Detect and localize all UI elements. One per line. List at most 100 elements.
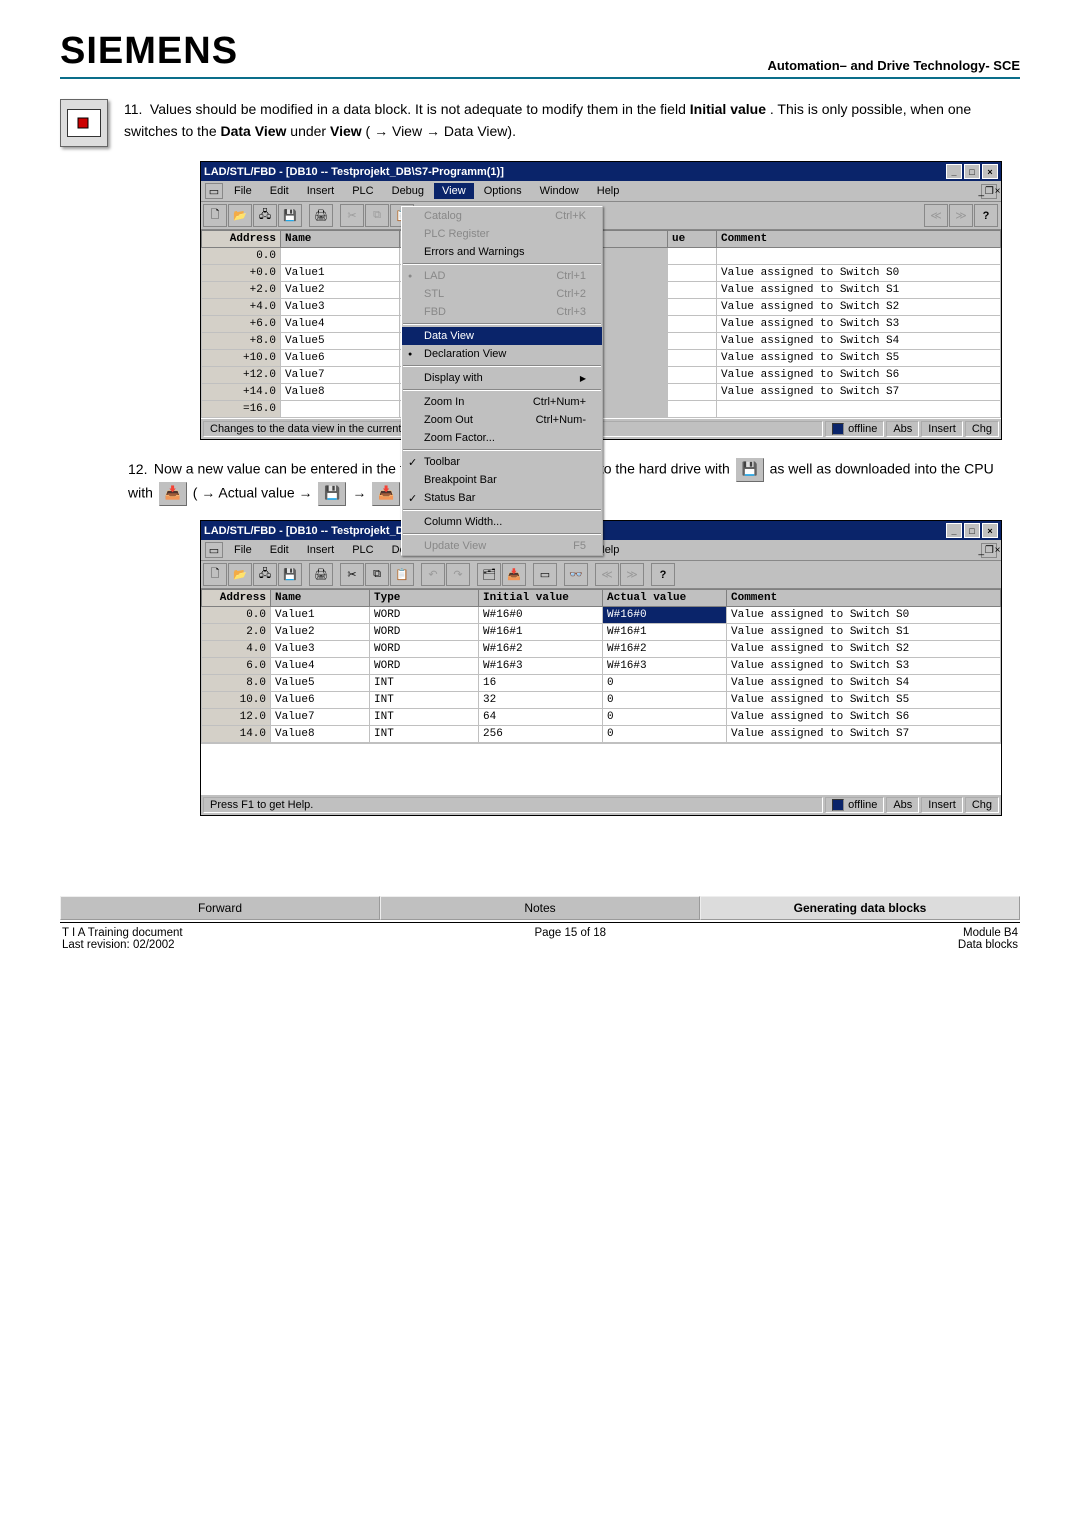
menu-item-breakpoint-bar[interactable]: Breakpoint Bar: [402, 471, 602, 489]
cell-comment[interactable]: Value assigned to Switch S5: [727, 692, 1001, 709]
col-comment[interactable]: Comment: [717, 231, 1001, 248]
cell-actual[interactable]: 0: [603, 692, 727, 709]
cell-actual[interactable]: W#16#1: [603, 624, 727, 641]
cell-address[interactable]: +6.0: [202, 316, 281, 333]
cell-actual[interactable]: W#16#2: [603, 641, 727, 658]
online-button[interactable]: 🖧: [253, 204, 277, 227]
menu-help[interactable]: Help: [589, 183, 628, 199]
cell-initial[interactable]: 64: [479, 709, 603, 726]
undo-button[interactable]: ↶: [421, 563, 445, 586]
open-button[interactable]: 📂: [228, 563, 252, 586]
cell-comment[interactable]: [717, 248, 1001, 265]
cell-name[interactable]: Value1: [281, 265, 400, 282]
cell-address[interactable]: +0.0: [202, 265, 281, 282]
menu-item-fbd[interactable]: FBDCtrl+3: [402, 303, 602, 321]
cell-actual[interactable]: 0: [603, 726, 727, 743]
help-button[interactable]: ?: [651, 563, 675, 586]
nav-last-button[interactable]: ≫: [949, 204, 973, 227]
cell-address[interactable]: +8.0: [202, 333, 281, 350]
table-row[interactable]: 6.0Value4WORDW#16#3W#16#3Value assigned …: [202, 658, 1001, 675]
menu-item-zoom-factor[interactable]: Zoom Factor...: [402, 429, 602, 447]
cell-name[interactable]: Value6: [281, 350, 400, 367]
cell-ue[interactable]: [668, 265, 717, 282]
cell-comment[interactable]: Value assigned to Switch S1: [717, 282, 1001, 299]
cell-address[interactable]: 12.0: [202, 709, 271, 726]
cell-name[interactable]: Value1: [271, 607, 370, 624]
cell-name[interactable]: Value7: [281, 367, 400, 384]
cell-initial[interactable]: 16: [479, 675, 603, 692]
cell-name[interactable]: Value4: [281, 316, 400, 333]
minimize-button[interactable]: _: [946, 164, 962, 179]
menu-file[interactable]: File: [226, 542, 260, 558]
tab-forward[interactable]: Forward: [60, 896, 380, 920]
cell-name[interactable]: Value3: [281, 299, 400, 316]
save-button[interactable]: 💾: [278, 204, 302, 227]
save-button[interactable]: 💾: [278, 563, 302, 586]
cell-name[interactable]: Value4: [271, 658, 370, 675]
menu-item-errors[interactable]: Errors and Warnings: [402, 243, 602, 261]
cell-ue[interactable]: [668, 248, 717, 265]
tab-generating[interactable]: Generating data blocks: [700, 896, 1020, 920]
maximize-button[interactable]: □: [964, 164, 980, 179]
cell-comment[interactable]: Value assigned to Switch S0: [717, 265, 1001, 282]
col-actual[interactable]: Actual value: [603, 590, 727, 607]
cell-ue[interactable]: [668, 299, 717, 316]
cell-ue[interactable]: [668, 282, 717, 299]
menu-item-data-view[interactable]: Data View: [402, 327, 602, 345]
cell-address[interactable]: +14.0: [202, 384, 281, 401]
nav-last-button[interactable]: ≫: [620, 563, 644, 586]
menu-debug[interactable]: Debug: [384, 183, 432, 199]
paste-button[interactable]: 📋: [390, 563, 414, 586]
cell-address[interactable]: +12.0: [202, 367, 281, 384]
close-button[interactable]: ×: [982, 164, 998, 179]
close-button[interactable]: ×: [982, 523, 998, 538]
menu-item-stl[interactable]: STLCtrl+2: [402, 285, 602, 303]
menu-item-lad[interactable]: LADCtrl+1: [402, 267, 602, 285]
minimize-button[interactable]: _: [946, 523, 962, 538]
cell-address[interactable]: 6.0: [202, 658, 271, 675]
cell-initial[interactable]: 32: [479, 692, 603, 709]
cell-initial[interactable]: W#16#1: [479, 624, 603, 641]
cell-comment[interactable]: Value assigned to Switch S5: [717, 350, 1001, 367]
cell-name[interactable]: Value5: [271, 675, 370, 692]
cell-type[interactable]: WORD: [370, 658, 479, 675]
col-name[interactable]: Name: [281, 231, 400, 248]
cell-comment[interactable]: Value assigned to Switch S2: [727, 641, 1001, 658]
cell-type[interactable]: INT: [370, 709, 479, 726]
cell-name[interactable]: [281, 401, 400, 418]
cell-name[interactable]: Value8: [271, 726, 370, 743]
menu-edit[interactable]: Edit: [262, 183, 297, 199]
cell-comment[interactable]: Value assigned to Switch S3: [727, 658, 1001, 675]
cell-name[interactable]: Value8: [281, 384, 400, 401]
new-button[interactable]: 🗋: [203, 204, 227, 227]
table-row[interactable]: 10.0Value6INT320Value assigned to Switch…: [202, 692, 1001, 709]
cell-address[interactable]: 8.0: [202, 675, 271, 692]
cell-comment[interactable]: [717, 401, 1001, 418]
cell-address[interactable]: =16.0: [202, 401, 281, 418]
cell-initial[interactable]: W#16#0: [479, 607, 603, 624]
cell-address[interactable]: 10.0: [202, 692, 271, 709]
table-row[interactable]: 4.0Value3WORDW#16#2W#16#2Value assigned …: [202, 641, 1001, 658]
cell-address[interactable]: 14.0: [202, 726, 271, 743]
copy-button[interactable]: ⧉: [365, 563, 389, 586]
table-row[interactable]: 2.0Value2WORDW#16#1W#16#1Value assigned …: [202, 624, 1001, 641]
col-address[interactable]: Address: [202, 231, 281, 248]
cut-button[interactable]: ✂: [340, 563, 364, 586]
cell-comment[interactable]: Value assigned to Switch S3: [717, 316, 1001, 333]
cell-actual[interactable]: W#16#0: [603, 607, 727, 624]
cell-name[interactable]: Value2: [281, 282, 400, 299]
online-button[interactable]: 🖧: [253, 563, 277, 586]
menu-item-display-with[interactable]: Display with: [402, 369, 602, 387]
menu-insert[interactable]: Insert: [299, 542, 343, 558]
block-button[interactable]: ▭: [533, 563, 557, 586]
cell-actual[interactable]: W#16#3: [603, 658, 727, 675]
db-grid[interactable]: Address Name Type Initial value Actual v…: [201, 589, 1001, 743]
menu-file[interactable]: File: [226, 183, 260, 199]
menu-view[interactable]: View: [434, 183, 474, 199]
cell-type[interactable]: WORD: [370, 641, 479, 658]
table-row[interactable]: 14.0Value8INT2560Value assigned to Switc…: [202, 726, 1001, 743]
cell-ue[interactable]: [668, 350, 717, 367]
maximize-button[interactable]: □: [964, 523, 980, 538]
menu-edit[interactable]: Edit: [262, 542, 297, 558]
mdi-restore-button[interactable]: _ ❐ ×: [981, 543, 997, 558]
